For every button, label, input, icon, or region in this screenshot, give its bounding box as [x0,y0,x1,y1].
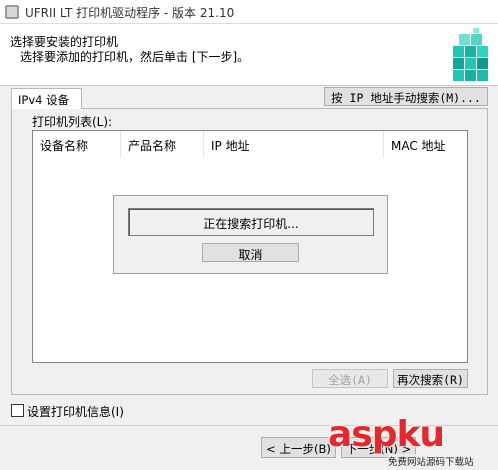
column-ip-address[interactable]: IP 地址 [204,131,384,158]
wizard-header: 选择要安装的打印机 选择要添加的打印机，然后单击 [下一步]。 [0,24,498,86]
column-device-name[interactable]: 设备名称 [33,131,121,158]
set-printer-info-checkbox[interactable] [11,404,24,417]
title-bar: UFRII LT 打印机驱动程序 - 版本 21.10 [0,0,498,24]
set-printer-info-label: 设置打印机信息(I) [27,405,124,419]
search-by-ip-button[interactable]: 按 IP 地址手动搜索(M)... [324,87,488,106]
watermark-logo: aspku [328,414,445,455]
printer-cubes-icon [453,28,488,81]
page-subtitle: 选择要添加的打印机，然后单击 [下一步]。 [20,50,250,64]
window-title: UFRII LT 打印机驱动程序 - 版本 21.10 [25,6,235,20]
cancel-search-button[interactable]: 取消 [202,243,299,262]
tab-ipv4-devices[interactable]: IPv4 设备 [11,88,82,109]
back-button[interactable]: < 上一步(B) [261,437,336,458]
printer-list-label: 打印机列表(L): [32,115,113,129]
column-product-name[interactable]: 产品名称 [121,131,204,158]
watermark-subtitle: 免费网站源码下载站 [388,454,474,468]
search-status: 正在搜索打印机... [128,208,374,236]
searching-dialog: 正在搜索打印机... 取消 [113,195,388,274]
column-mac-address[interactable]: MAC 地址 [384,131,467,158]
app-icon [5,5,19,19]
select-all-button[interactable]: 全选(A) [312,369,388,388]
research-button[interactable]: 再次搜索(R) [393,369,468,388]
